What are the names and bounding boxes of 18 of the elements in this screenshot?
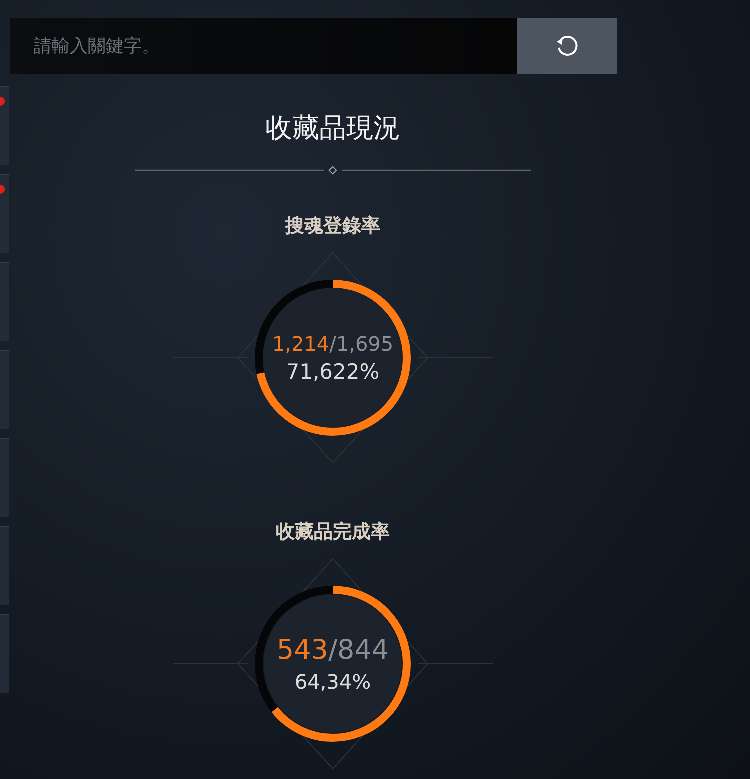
- collected-count: 1,214: [272, 332, 330, 356]
- refresh-button[interactable]: [517, 18, 617, 74]
- side-tile[interactable]: [0, 86, 9, 165]
- stat-label: 收藏品完成率: [276, 520, 390, 545]
- stat-label: 搜魂登錄率: [286, 214, 380, 239]
- side-tile[interactable]: [0, 350, 9, 429]
- total-count: /1,695: [330, 332, 394, 356]
- side-tile[interactable]: [0, 438, 9, 517]
- percent-value: 71,622%: [286, 360, 380, 384]
- collected-count: 543: [276, 634, 328, 666]
- side-tile[interactable]: [0, 174, 9, 253]
- panel-title: 收藏品現況: [266, 112, 400, 146]
- side-tile[interactable]: [0, 262, 9, 341]
- side-tile[interactable]: [0, 526, 9, 605]
- side-tile[interactable]: [0, 614, 9, 693]
- total-count: /844: [328, 634, 390, 666]
- search-field[interactable]: 請輸入關鍵字。: [10, 18, 517, 74]
- percent-value: 64,34%: [294, 670, 372, 694]
